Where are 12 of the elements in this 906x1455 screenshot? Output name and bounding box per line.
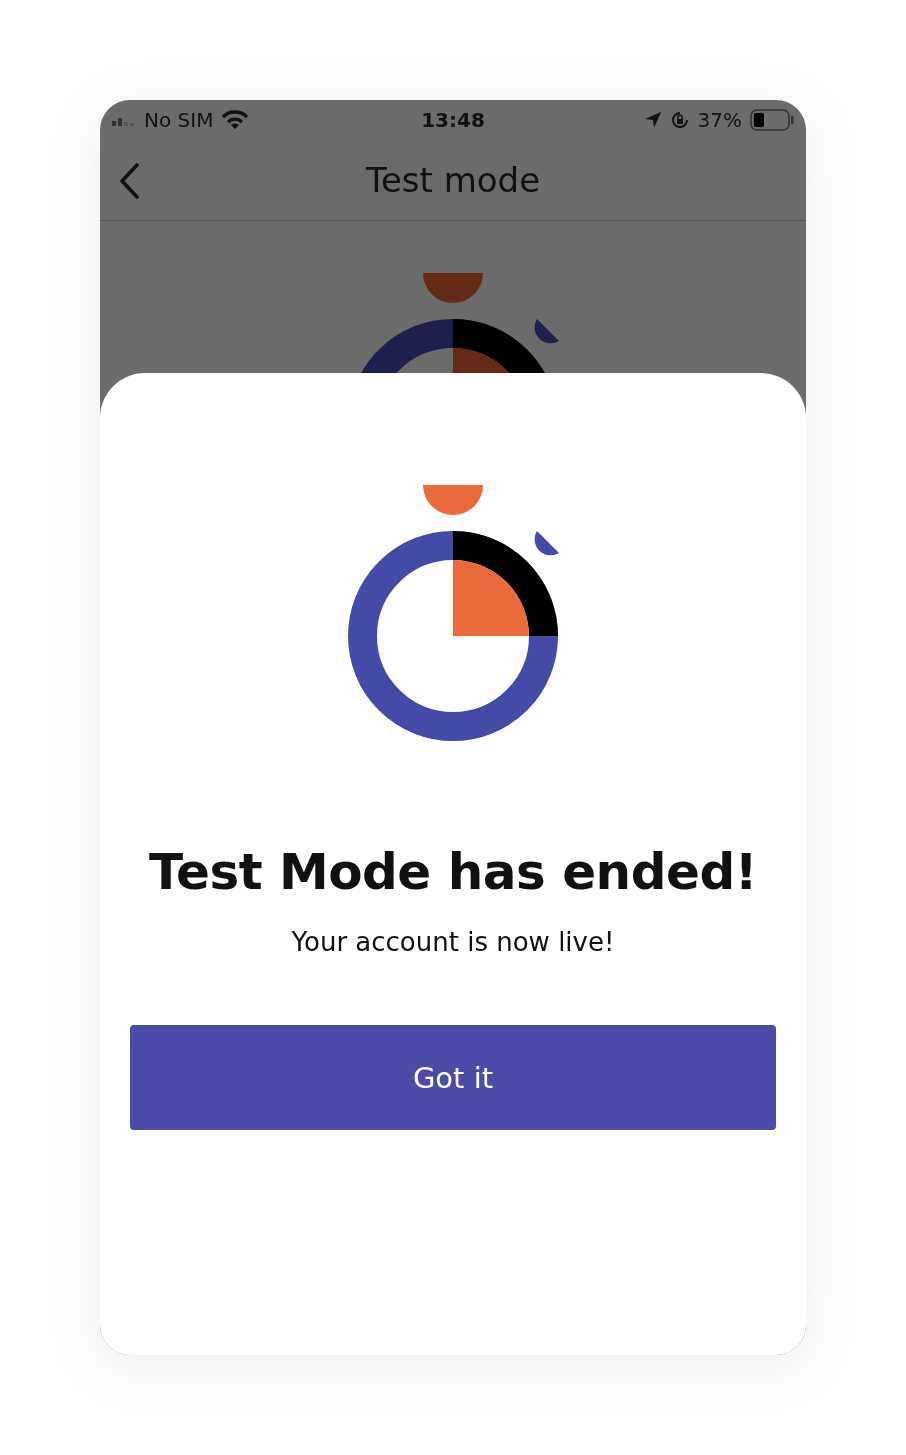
rotation-lock-icon [669,110,690,130]
wifi-icon [221,110,250,130]
location-arrow-icon [643,111,662,129]
screen-title: Test mode [365,160,541,200]
carrier-text: No SIM [144,108,214,132]
got-it-button[interactable]: Got it [130,1025,776,1130]
status-time: 13:48 [421,108,485,132]
battery-percent: 37% [697,108,742,132]
battery-icon [750,109,794,131]
sheet-message: Your account is now live! [291,927,615,957]
back-icon[interactable] [118,162,140,200]
sheet-title: Test Mode has ended! [149,843,757,901]
